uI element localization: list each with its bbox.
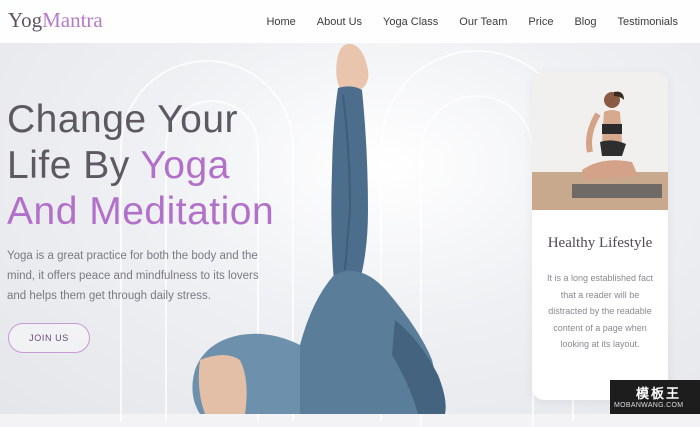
hero-description: Yoga is a great practice for both the bo… (7, 250, 259, 302)
card-title: Healthy Lifestyle (547, 235, 653, 251)
logo-part2: Mantra (42, 8, 103, 32)
card-yoga-photo (532, 72, 668, 210)
nav-home[interactable]: Home (266, 16, 295, 28)
logo[interactable]: YogMantra (8, 8, 103, 33)
watermark-main: 模板王 (636, 386, 682, 401)
watermark: 模板王 MOBANWANG.COM (610, 380, 700, 414)
hero-title-line1: Change Your (7, 98, 239, 141)
site-header: YogMantra Home About Us Yoga Class Our T… (0, 0, 700, 43)
nav-blog[interactable]: Blog (574, 16, 596, 28)
logo-part1: Yog (8, 8, 43, 32)
hero-title-highlight-meditation: And Meditation (7, 190, 275, 233)
main-nav: Home About Us Yoga Class Our Team Price … (266, 0, 678, 43)
watermark-sub: MOBANWANG.COM (614, 402, 684, 409)
hero-title: Change Your Life By Yoga And Meditation (7, 97, 347, 235)
hero-title-highlight-yoga: Yoga (140, 144, 230, 187)
healthy-lifestyle-card[interactable]: Healthy Lifestyle It is a long establish… (532, 72, 668, 400)
nav-testimonials[interactable]: Testimonials (617, 16, 678, 28)
nav-yoga-class[interactable]: Yoga Class (383, 16, 438, 28)
card-text: It is a long established fact that a rea… (546, 273, 654, 349)
hero-title-line2: Life By (7, 144, 141, 187)
nav-price[interactable]: Price (528, 16, 553, 28)
join-us-button[interactable]: JOIN US (8, 323, 90, 353)
nav-about-us[interactable]: About Us (317, 16, 362, 28)
nav-our-team[interactable]: Our Team (459, 16, 507, 28)
